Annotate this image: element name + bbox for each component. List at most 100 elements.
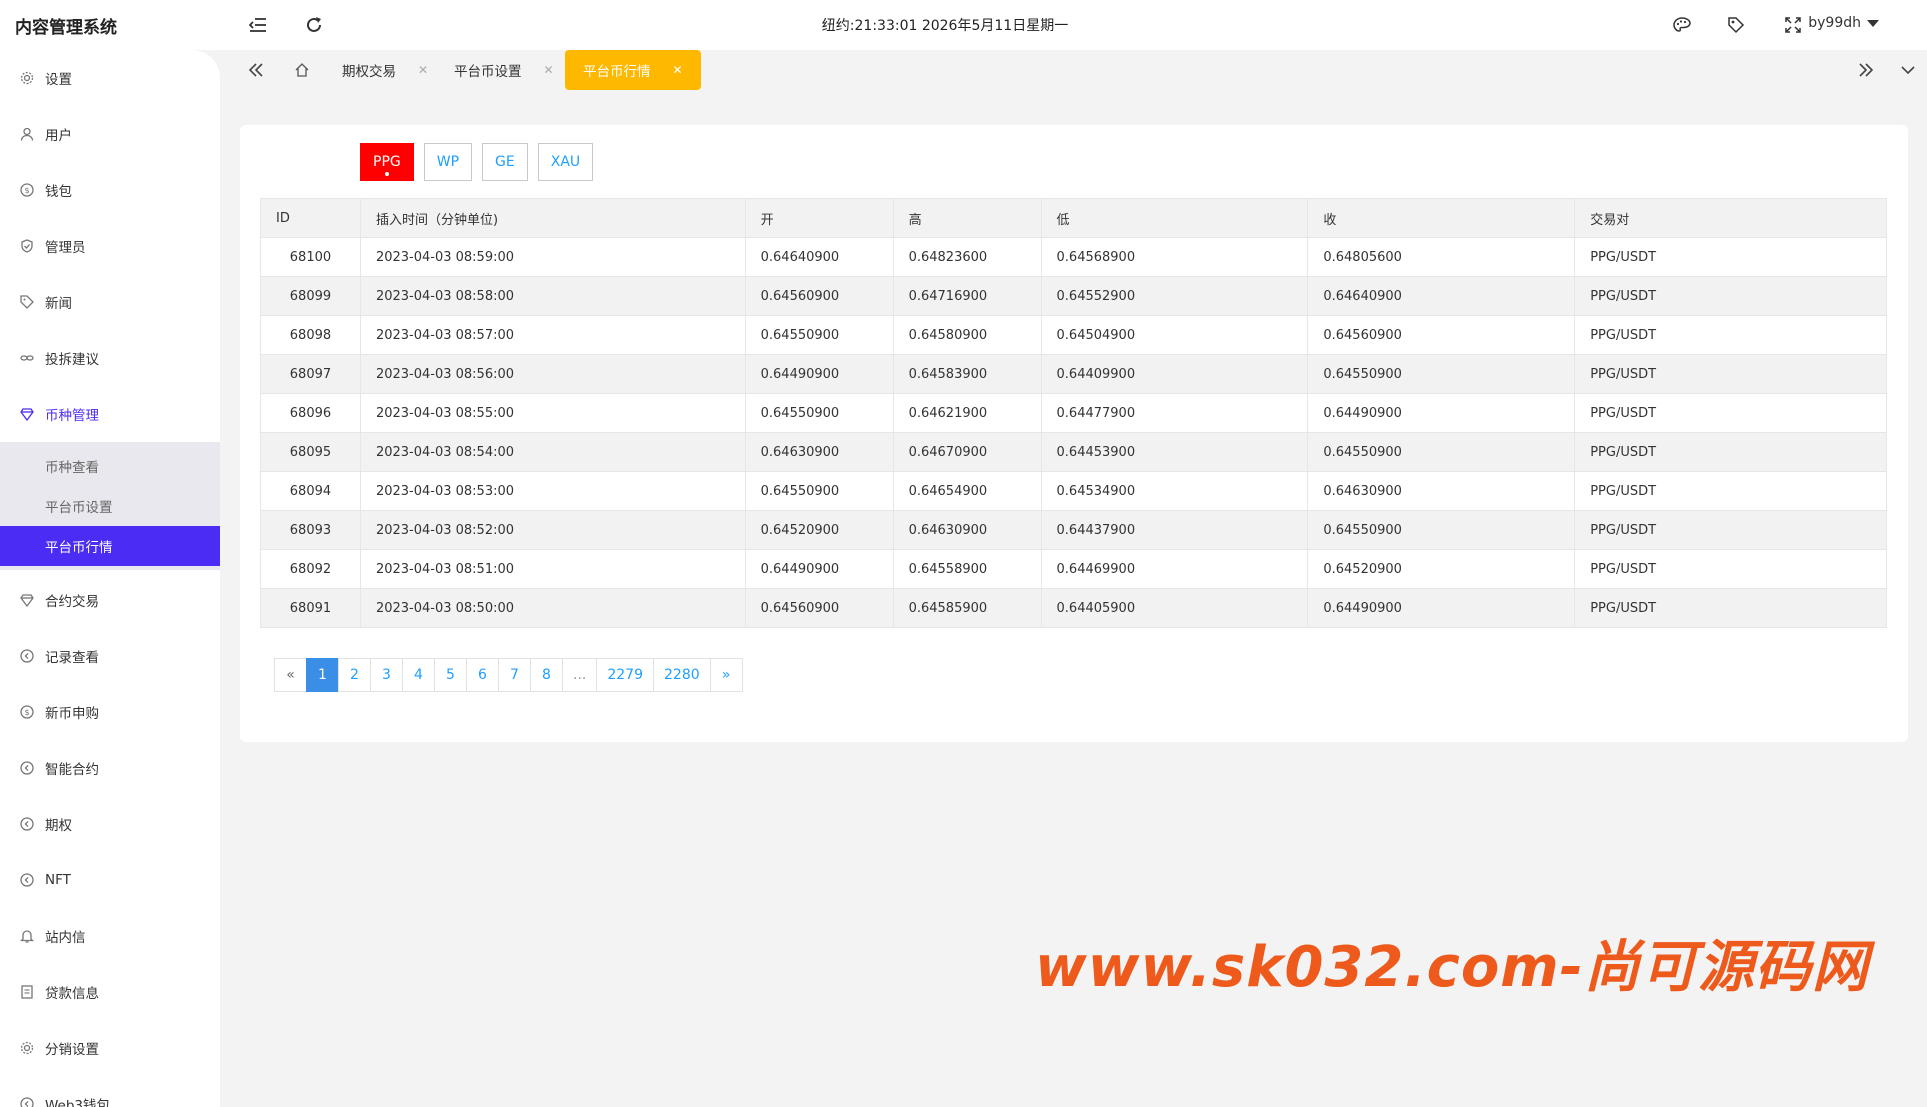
tab-menu-chevron-down-icon[interactable] (1894, 58, 1922, 82)
tag-icon (19, 294, 35, 310)
coin-button-wp[interactable]: WP (423, 143, 473, 181)
pagination-prev-button[interactable]: « (274, 658, 307, 692)
column-header: 收 (1307, 198, 1576, 238)
pagination-page-3[interactable]: 3 (370, 658, 403, 692)
coin-button-ge[interactable]: GE (482, 143, 528, 181)
table-cell: 0.64630900 (892, 510, 1042, 550)
gear-icon (19, 70, 35, 86)
circle-arrow-icon (19, 648, 35, 664)
table-cell: 0.64654900 (892, 471, 1042, 511)
sidebar-item-loans[interactable]: 贷款信息 (0, 972, 220, 1012)
user-icon (19, 126, 35, 142)
pagination-page-7[interactable]: 7 (498, 658, 531, 692)
submenu-item-platform-coin-settings[interactable]: 平台币设置 (0, 486, 220, 526)
table-cell: 0.64469900 (1040, 549, 1309, 589)
table-cell: PPG/USDT (1574, 471, 1887, 511)
table-cell: 0.64670900 (892, 432, 1042, 472)
table-cell: 2023-04-03 08:50:00 (359, 588, 746, 628)
table-cell: 68096 (260, 393, 361, 433)
submenu-item-platform-coin-market[interactable]: 平台币行情 (0, 526, 220, 566)
close-icon[interactable]: ✕ (418, 63, 428, 77)
sidebar-item-new-coin-subscription[interactable]: $ 新币申购 (0, 692, 220, 732)
sidebar-item-label: 期权 (45, 818, 72, 834)
sidebar-item-distribution-settings[interactable]: 分销设置 (0, 1028, 220, 1068)
close-icon[interactable]: ✕ (673, 63, 683, 77)
close-icon[interactable]: ✕ (544, 63, 554, 77)
table-cell: 0.64477900 (1040, 393, 1309, 433)
table-cell: 0.64550900 (1307, 432, 1576, 472)
column-header: 高 (892, 198, 1042, 238)
pagination-page-2279[interactable]: 2279 (596, 658, 654, 692)
coin-button-xau[interactable]: XAU (537, 143, 594, 181)
table-cell: 68098 (260, 315, 361, 355)
sidebar-item-settings[interactable]: 设置 (0, 58, 220, 98)
circle-arrow-icon (19, 872, 35, 888)
sidebar-item-web3-wallet[interactable]: Web3钱包 (0, 1084, 220, 1107)
tag-icon[interactable] (1723, 12, 1749, 38)
sidebar-item-news[interactable]: 新闻 (0, 282, 220, 322)
table-cell: 0.64520900 (744, 510, 894, 550)
table-cell: 0.64568900 (1040, 237, 1309, 277)
sidebar-item-wallet[interactable]: $ 钱包 (0, 170, 220, 210)
table-cell: PPG/USDT (1574, 237, 1887, 277)
table-cell: 0.64630900 (1307, 471, 1576, 511)
submenu-item-label: 币种查看 (45, 460, 99, 476)
sidebar-item-admin[interactable]: 管理员 (0, 226, 220, 266)
sidebar-item-currency-management[interactable]: 币种管理 (0, 394, 220, 434)
tab-label: 平台币设置 (454, 64, 522, 80)
market-table: ID 插入时间（分钟单位) 开 高 低 收 交易对 68100 2023-04-0… (260, 198, 1887, 628)
home-icon[interactable] (288, 58, 316, 82)
theme-palette-icon[interactable] (1669, 12, 1695, 38)
tab-options-trading[interactable]: 期权交易 ✕ (324, 50, 446, 90)
sidebar-item-contract-trading[interactable]: 合约交易 (0, 580, 220, 620)
sidebar-item-messages[interactable]: 站内信 (0, 916, 220, 956)
table-row: 68093 2023-04-03 08:52:00 0.64520900 0.6463… (260, 510, 1887, 550)
tab-scroll-right-icon[interactable] (1852, 58, 1880, 82)
sidebar-item-users[interactable]: 用户 (0, 114, 220, 154)
fullscreen-icon[interactable] (1780, 12, 1806, 38)
tab-platform-coin-market[interactable]: 平台币行情 ✕ (565, 50, 701, 90)
coin-button-ppg[interactable]: PPG (360, 143, 414, 181)
sidebar-item-label: 币种管理 (45, 408, 99, 424)
table-cell: 0.64550900 (744, 315, 894, 355)
table-cell: PPG/USDT (1574, 432, 1887, 472)
sidebar: 设置 用户 $ 钱包 管理员 新闻 投拆建议 币种管理 币种查看 平台币设置 平… (0, 50, 220, 1107)
sidebar-item-label: 投拆建议 (45, 352, 99, 368)
table-cell: 68094 (260, 471, 361, 511)
pagination-next-button[interactable]: » (709, 658, 743, 692)
user-menu[interactable]: by99dh (1808, 15, 1879, 31)
submenu-item-currency-view[interactable]: 币种查看 (0, 446, 220, 486)
pagination-page-6[interactable]: 6 (466, 658, 499, 692)
table-cell: PPG/USDT (1574, 276, 1887, 316)
pagination-page-8[interactable]: 8 (530, 658, 563, 692)
table-cell: 68099 (260, 276, 361, 316)
tab-platform-coin-settings[interactable]: 平台币设置 ✕ (436, 50, 572, 90)
pagination-ellipsis: ... (562, 658, 598, 692)
currency-submenu: 币种查看 平台币设置 平台币行情 (0, 442, 220, 570)
table-cell: 0.64640900 (744, 237, 894, 277)
table-cell: 2023-04-03 08:57:00 (359, 315, 746, 355)
sidebar-item-options[interactable]: 期权 (0, 804, 220, 844)
table-row: 68092 2023-04-03 08:51:00 0.64490900 0.6455… (260, 549, 1887, 589)
table-row: 68097 2023-04-03 08:56:00 0.64490900 0.6458… (260, 354, 1887, 394)
table-cell: 0.64550900 (1307, 354, 1576, 394)
sidebar-item-nft[interactable]: NFT (0, 860, 220, 900)
sidebar-item-records[interactable]: 记录查看 (0, 636, 220, 676)
pagination: « 1 2 3 4 5 6 7 8 ... 2279 2280 » (274, 658, 743, 692)
pagination-page-2[interactable]: 2 (338, 658, 371, 692)
sidebar-item-smart-contract[interactable]: 智能合约 (0, 748, 220, 788)
sidebar-item-label: 站内信 (45, 930, 86, 946)
table-cell: 0.64490900 (1307, 588, 1576, 628)
table-cell: PPG/USDT (1574, 549, 1887, 589)
pagination-page-1[interactable]: 1 (306, 658, 339, 692)
pagination-page-2280[interactable]: 2280 (653, 658, 711, 692)
tab-scroll-left-icon[interactable] (242, 58, 270, 82)
table-header-row: ID 插入时间（分钟单位) 开 高 低 收 交易对 (260, 198, 1887, 238)
pagination-page-5[interactable]: 5 (434, 658, 467, 692)
sidebar-item-label: 贷款信息 (45, 986, 99, 1002)
table-cell: 68095 (260, 432, 361, 472)
table-cell: 68097 (260, 354, 361, 394)
table-cell: 0.64560900 (744, 588, 894, 628)
pagination-page-4[interactable]: 4 (402, 658, 435, 692)
sidebar-item-feedback[interactable]: 投拆建议 (0, 338, 220, 378)
